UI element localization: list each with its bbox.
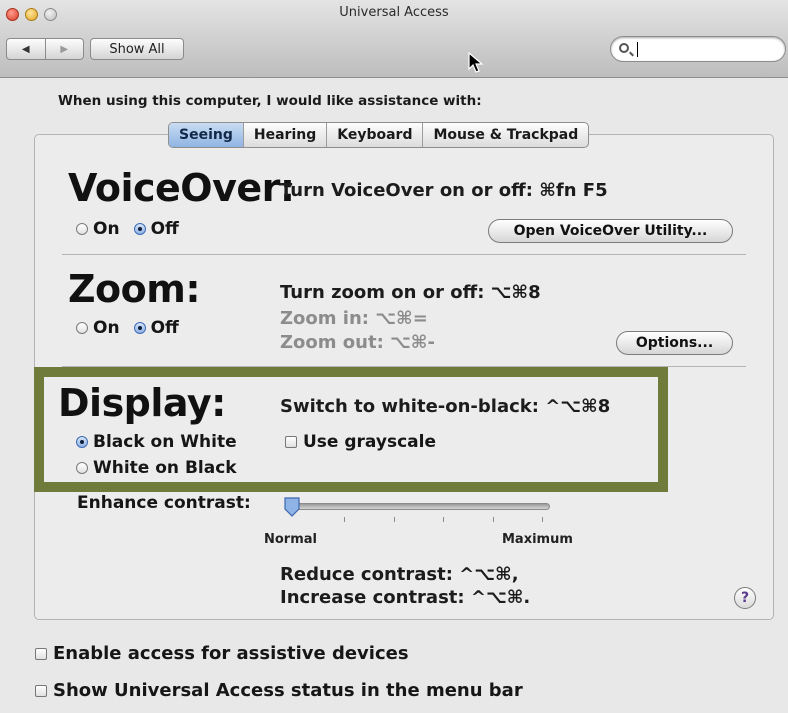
zoom-radio-group: On Off [76,318,179,338]
display-highlight-box: Display: Switch to white-on-black: ^⌥⌘8 … [34,367,668,492]
contrast-slider-thumb[interactable] [283,497,301,517]
search-input[interactable] [610,36,786,62]
tab-seeing[interactable]: Seeing [169,123,244,147]
slider-tick [493,517,494,522]
status-menu-label: Show Universal Access status in the menu… [53,680,523,701]
enhance-contrast-label: Enhance contrast: [77,493,251,513]
white-on-black-radio[interactable] [76,462,88,474]
slider-tick [394,517,395,522]
display-radio-white-on-black[interactable]: White on Black [76,458,237,478]
divider [62,254,746,255]
help-button[interactable]: ? [734,587,756,609]
forward-arrow-icon: ▶ [60,43,69,55]
voiceover-off-radio[interactable] [133,223,146,235]
display-shortcut: Switch to white-on-black: ^⌥⌘8 [280,396,611,417]
mouse-pointer-icon [468,52,484,73]
zoom-out-shortcut: Zoom out: ⌥⌘- [280,332,435,353]
assistive-devices-row[interactable]: Enable access for assistive devices [35,643,409,664]
voiceover-shortcut: Turn VoiceOver on or off: ⌘fn F5 [280,180,608,201]
window-title: Universal Access [339,5,449,20]
text-caret [637,42,638,57]
grayscale-label: Use grayscale [303,432,436,452]
category-tabs: Seeing Hearing Keyboard Mouse & Trackpad [168,122,590,148]
window-toolbar: Universal Access ◀ ▶ Show All [0,0,788,78]
zoom-options-button[interactable]: Options... [616,331,733,355]
increase-contrast-shortcut: Increase contrast: ^⌥⌘. [280,587,531,608]
slider-tick [443,517,444,522]
display-heading: Display: [58,381,226,425]
open-voiceover-utility-button[interactable]: Open VoiceOver Utility... [488,219,733,243]
voiceover-on-radio[interactable] [76,223,88,235]
black-on-white-label: Black on White [93,432,237,452]
reduce-contrast-shortcut: Reduce contrast: ^⌥⌘, [280,564,519,585]
assistive-devices-checkbox[interactable] [35,647,47,660]
white-on-black-label: White on Black [93,458,237,478]
zoom-off-radio[interactable] [133,322,146,334]
tab-hearing[interactable]: Hearing [244,123,328,147]
voiceover-off-label: Off [150,219,179,239]
back-forward-control: ◀ ▶ [6,38,84,60]
back-arrow-icon: ◀ [21,43,30,55]
voiceover-radio-group: On Off [76,219,179,239]
grayscale-checkbox[interactable] [285,436,297,448]
contrast-max-label: Maximum [502,532,573,547]
search-icon [619,43,629,53]
black-on-white-radio[interactable] [76,436,88,448]
zoom-on-radio[interactable] [76,322,88,334]
tab-keyboard[interactable]: Keyboard [327,123,424,147]
voiceover-on-label: On [93,219,120,239]
zoom-shortcut: Turn zoom on or off: ⌥⌘8 [280,282,541,303]
voiceover-heading: VoiceOver: [68,166,295,210]
back-button[interactable]: ◀ [7,39,46,59]
intro-text: When using this computer, I would like a… [58,93,482,109]
zoom-heading: Zoom: [68,267,201,311]
status-menu-row[interactable]: Show Universal Access status in the menu… [35,680,523,701]
slider-tick [542,517,543,522]
forward-button[interactable]: ▶ [46,39,84,59]
status-menu-checkbox[interactable] [35,684,47,697]
show-all-button[interactable]: Show All [90,38,184,60]
contrast-slider-track[interactable] [287,503,550,510]
tab-mouse-trackpad[interactable]: Mouse & Trackpad [423,123,588,147]
display-radio-black-on-white[interactable]: Black on White [76,432,237,452]
grayscale-checkbox-row[interactable]: Use grayscale [285,432,436,452]
contrast-min-label: Normal [264,532,317,547]
zoom-off-label: Off [150,318,179,338]
zoom-on-label: On [93,318,120,338]
zoom-in-shortcut: Zoom in: ⌥⌘= [280,308,428,329]
assistive-devices-label: Enable access for assistive devices [53,643,409,664]
slider-tick [344,517,345,522]
